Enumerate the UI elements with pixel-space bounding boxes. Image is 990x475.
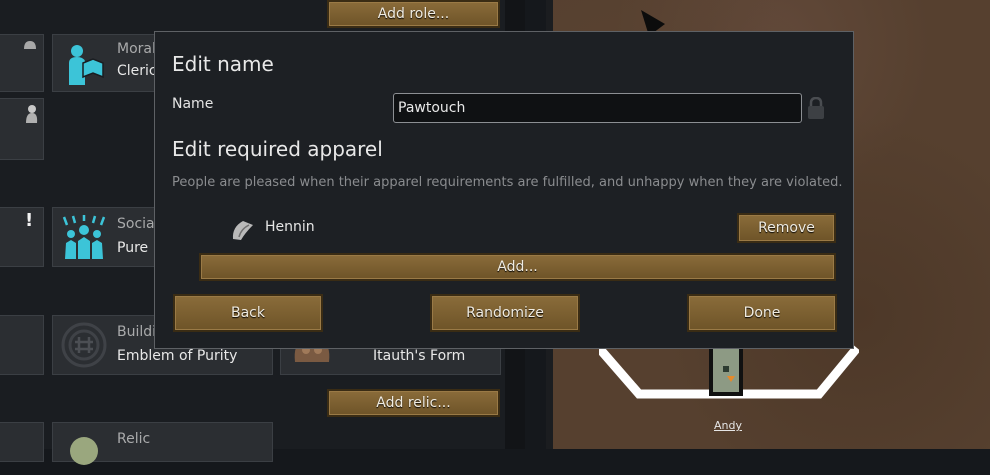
done-button[interactable]: Done <box>687 294 837 332</box>
precept-card-moral[interactable]: Moral Cleric <box>52 34 162 92</box>
warning-icon: ! <box>25 210 34 231</box>
helmet-icon <box>24 41 36 49</box>
apparel-description: People are pleased when their apparel re… <box>172 175 843 190</box>
precept-card-relic[interactable]: Relic <box>52 422 273 465</box>
precept-value: Emblem of Purity <box>117 348 238 364</box>
role-card-left-4[interactable] <box>0 315 44 375</box>
lock-icon[interactable] <box>807 97 825 119</box>
pure-hands-icon <box>62 215 106 259</box>
add-role-button[interactable]: Add role... <box>327 0 500 28</box>
pawn-name-label[interactable]: Andy <box>714 419 742 432</box>
add-relic-button[interactable]: Add relic... <box>327 389 500 417</box>
role-card-left-1[interactable] <box>0 34 44 92</box>
precept-value: Itauth's Form <box>373 348 466 364</box>
relic-icon <box>70 437 98 465</box>
role-card-left-5[interactable] <box>0 422 44 462</box>
role-card-left-2[interactable] <box>0 98 44 160</box>
figure-icon <box>26 105 38 123</box>
precept-category: Moral <box>117 41 156 57</box>
precept-value: Pure <box>117 240 149 256</box>
apparel-section-title: Edit required apparel <box>172 137 383 161</box>
dialog-title: Edit name <box>172 52 274 76</box>
pawn-figure <box>709 340 743 396</box>
precept-value: Cleric <box>117 63 157 79</box>
add-apparel-button[interactable]: Add... <box>199 253 836 281</box>
apparel-name: Hennin <box>265 219 315 235</box>
name-label: Name <box>172 96 214 112</box>
apparel-row: Hennin Remove <box>231 213 839 245</box>
remove-apparel-button[interactable]: Remove <box>737 213 836 243</box>
role-card-left-3[interactable]: ! <box>0 207 44 267</box>
precept-card-social[interactable]: Social Pure <box>52 207 162 267</box>
emblem-icon <box>61 322 107 368</box>
cleric-book-icon <box>69 45 104 85</box>
precept-category: Relic <box>117 431 151 447</box>
precept-category: Social <box>117 216 159 232</box>
randomize-button[interactable]: Randomize <box>430 294 580 332</box>
edit-name-dialog: Edit name Name Edit required apparel Peo… <box>154 31 854 349</box>
back-button[interactable]: Back <box>173 294 323 332</box>
name-input[interactable] <box>393 93 802 123</box>
hennin-icon <box>232 221 253 240</box>
